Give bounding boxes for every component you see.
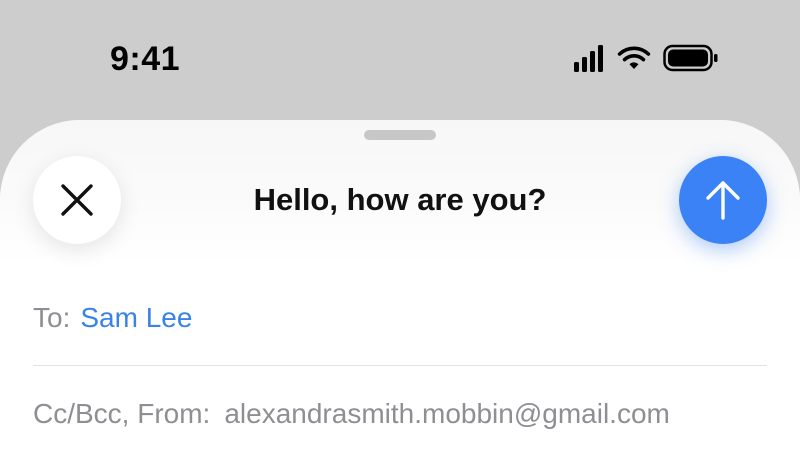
recipient-token[interactable]: Sam Lee — [80, 302, 192, 333]
to-field[interactable]: To: Sam Lee — [33, 302, 192, 334]
status-icons — [574, 44, 719, 72]
send-button[interactable] — [679, 156, 767, 244]
cellular-signal-icon — [574, 44, 603, 72]
email-subject-title: Hello, how are you? — [253, 182, 547, 217]
close-button[interactable] — [33, 156, 121, 244]
compose-sheet: Hello, how are you? To: Sam Lee Cc/Bcc, F… — [0, 120, 800, 450]
wifi-icon — [617, 46, 651, 69]
divider — [33, 365, 767, 366]
from-address[interactable]: alexandrasmith.mobbin@gmail.com — [224, 398, 670, 429]
status-time: 9:41 — [110, 40, 181, 78]
arrow-up-icon — [706, 181, 740, 220]
cc-bcc-from-field[interactable]: Cc/Bcc, From: alexandrasmith.mobbin@gmail… — [33, 398, 670, 430]
status-bar: 9:41 — [0, 0, 800, 115]
close-icon — [61, 184, 93, 216]
cc-bcc-from-label: Cc/Bcc, From: — [33, 398, 211, 429]
to-label: To: — [33, 302, 71, 333]
sheet-grabber[interactable] — [364, 130, 436, 140]
battery-icon — [663, 44, 718, 72]
